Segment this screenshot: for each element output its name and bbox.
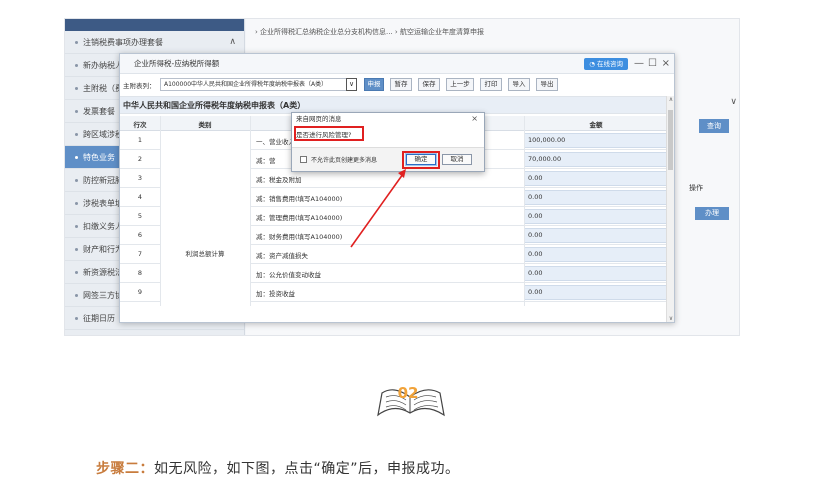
annotation-arrow-icon (350, 169, 406, 248)
step-lead: 步骤二： (96, 461, 154, 477)
step-number: 02 (397, 384, 419, 402)
step-text: 如无风险，如下图，点击“确定”后，申报成功。 (154, 461, 460, 477)
screenshot: 注销税费事项办理套餐∧新办纳税人套餐主附税（费）合并申报发票套餐跨区域涉税事项特… (64, 18, 740, 336)
step-caption: 步骤二：如无风险，如下图，点击“确定”后，申报成功。 (96, 458, 460, 478)
